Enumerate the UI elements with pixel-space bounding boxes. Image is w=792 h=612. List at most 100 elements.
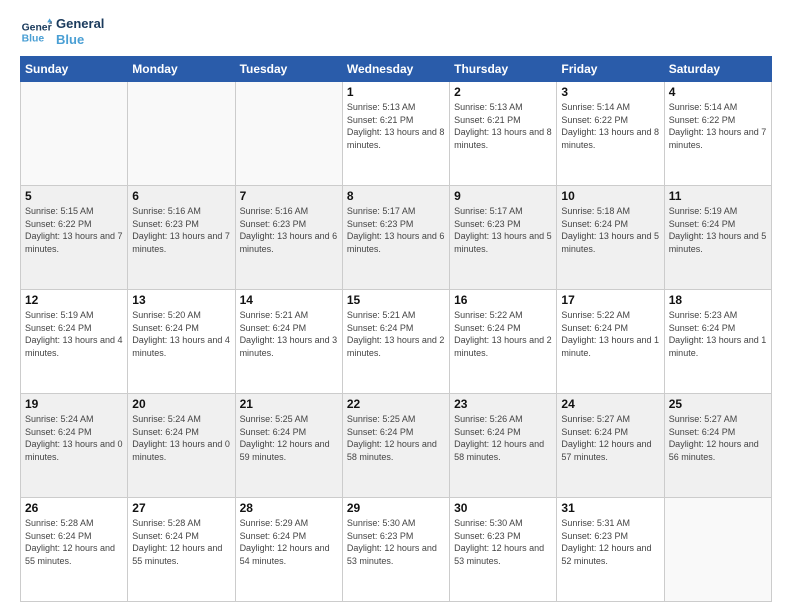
calendar-cell: 15 Sunrise: 5:21 AM Sunset: 6:24 PM Dayli… [342,290,449,394]
day-info: Sunrise: 5:31 AM Sunset: 6:23 PM Dayligh… [561,517,659,567]
day-info: Sunrise: 5:19 AM Sunset: 6:24 PM Dayligh… [669,205,767,255]
calendar-cell: 26Sunrise: 5:28 AM Sunset: 6:24 PM Dayli… [21,498,128,602]
day-info: Sunrise: 5:19 AM Sunset: 6:24 PM Dayligh… [25,309,123,359]
day-number: 19 [25,397,123,411]
weekday-header-sunday: Sunday [21,57,128,82]
logo-text: General Blue [56,16,104,47]
weekday-header-wednesday: Wednesday [342,57,449,82]
calendar-cell: 25 Sunrise: 5:27 AM Sunset: 6:24 PM Dayli… [664,394,771,498]
day-number: 24 [561,397,659,411]
calendar-cell: 23 Sunrise: 5:26 AM Sunset: 6:24 PM Dayli… [450,394,557,498]
calendar-cell: 22 Sunrise: 5:25 AM Sunset: 6:24 PM Dayli… [342,394,449,498]
calendar-cell [128,82,235,186]
calendar-cell: 5 Sunrise: 5:15 AM Sunset: 6:22 PM Daylig… [21,186,128,290]
weekday-header-friday: Friday [557,57,664,82]
calendar-cell [21,82,128,186]
day-info: Sunrise: 5:15 AM Sunset: 6:22 PM Dayligh… [25,205,123,255]
header: General Blue General Blue [20,16,772,48]
day-info: Sunrise: 5:21 AM Sunset: 6:24 PM Dayligh… [240,309,338,359]
calendar-cell: 31 Sunrise: 5:31 AM Sunset: 6:23 PM Dayli… [557,498,664,602]
calendar-cell: 10 Sunrise: 5:18 AM Sunset: 6:24 PM Dayli… [557,186,664,290]
day-number: 6 [132,189,230,203]
day-number: 23 [454,397,552,411]
day-info: Sunrise: 5:22 AM Sunset: 6:24 PM Dayligh… [454,309,552,359]
week-row-1: 1Sunrise: 5:13 AM Sunset: 6:21 PM Daylig… [21,82,772,186]
calendar-cell: 21 Sunrise: 5:25 AM Sunset: 6:24 PM Dayli… [235,394,342,498]
calendar-cell: 16 Sunrise: 5:22 AM Sunset: 6:24 PM Dayli… [450,290,557,394]
calendar-cell: 11 Sunrise: 5:19 AM Sunset: 6:24 PM Dayli… [664,186,771,290]
day-number: 28 [240,501,338,515]
day-info: Sunrise: 5:29 AM Sunset: 6:24 PM Dayligh… [240,517,338,567]
logo-icon: General Blue [20,16,52,48]
day-number: 11 [669,189,767,203]
calendar-cell: 18Sunrise: 5:23 AM Sunset: 6:24 PM Dayli… [664,290,771,394]
svg-text:General: General [22,22,52,33]
day-number: 31 [561,501,659,515]
day-number: 18 [669,293,767,307]
day-number: 4 [669,85,767,99]
day-number: 14 [240,293,338,307]
week-row-4: 19 Sunrise: 5:24 AM Sunset: 6:24 PM Dayli… [21,394,772,498]
day-info: Sunrise: 5:30 AM Sunset: 6:23 PM Dayligh… [347,517,445,567]
day-info: Sunrise: 5:14 AM Sunset: 6:22 PM Dayligh… [561,101,659,151]
weekday-header-tuesday: Tuesday [235,57,342,82]
day-info: Sunrise: 5:26 AM Sunset: 6:24 PM Dayligh… [454,413,552,463]
weekday-header-thursday: Thursday [450,57,557,82]
day-info: Sunrise: 5:24 AM Sunset: 6:24 PM Dayligh… [132,413,230,463]
weekday-header-saturday: Saturday [664,57,771,82]
weekday-header-row: SundayMondayTuesdayWednesdayThursdayFrid… [21,57,772,82]
svg-text:Blue: Blue [22,34,45,45]
calendar-table: SundayMondayTuesdayWednesdayThursdayFrid… [20,56,772,602]
day-number: 16 [454,293,552,307]
day-number: 29 [347,501,445,515]
calendar-cell: 30Sunrise: 5:30 AM Sunset: 6:23 PM Dayli… [450,498,557,602]
day-number: 22 [347,397,445,411]
day-info: Sunrise: 5:13 AM Sunset: 6:21 PM Dayligh… [454,101,552,151]
calendar-cell: 20 Sunrise: 5:24 AM Sunset: 6:24 PM Dayli… [128,394,235,498]
calendar-cell [664,498,771,602]
day-info: Sunrise: 5:14 AM Sunset: 6:22 PM Dayligh… [669,101,767,151]
day-info: Sunrise: 5:27 AM Sunset: 6:24 PM Dayligh… [561,413,659,463]
week-row-2: 5 Sunrise: 5:15 AM Sunset: 6:22 PM Daylig… [21,186,772,290]
day-info: Sunrise: 5:25 AM Sunset: 6:24 PM Dayligh… [347,413,445,463]
calendar-cell: 29 Sunrise: 5:30 AM Sunset: 6:23 PM Dayli… [342,498,449,602]
day-number: 17 [561,293,659,307]
day-info: Sunrise: 5:20 AM Sunset: 6:24 PM Dayligh… [132,309,230,359]
day-number: 8 [347,189,445,203]
weekday-header-monday: Monday [128,57,235,82]
day-number: 25 [669,397,767,411]
calendar-cell: 1Sunrise: 5:13 AM Sunset: 6:21 PM Daylig… [342,82,449,186]
calendar-cell: 27 Sunrise: 5:28 AM Sunset: 6:24 PM Dayli… [128,498,235,602]
day-info: Sunrise: 5:28 AM Sunset: 6:24 PM Dayligh… [132,517,230,567]
day-number: 10 [561,189,659,203]
day-info: Sunrise: 5:13 AM Sunset: 6:21 PM Dayligh… [347,101,445,151]
calendar-cell: 13Sunrise: 5:20 AM Sunset: 6:24 PM Dayli… [128,290,235,394]
day-number: 21 [240,397,338,411]
day-info: Sunrise: 5:21 AM Sunset: 6:24 PM Dayligh… [347,309,445,359]
day-info: Sunrise: 5:18 AM Sunset: 6:24 PM Dayligh… [561,205,659,255]
calendar-cell: 9Sunrise: 5:17 AM Sunset: 6:23 PM Daylig… [450,186,557,290]
day-info: Sunrise: 5:16 AM Sunset: 6:23 PM Dayligh… [240,205,338,255]
day-number: 5 [25,189,123,203]
logo: General Blue General Blue [20,16,104,48]
day-info: Sunrise: 5:17 AM Sunset: 6:23 PM Dayligh… [347,205,445,255]
week-row-5: 26 Sunrise: 5:28 AM Sunset: 6:24 PM Dayli… [21,498,772,602]
day-number: 30 [454,501,552,515]
day-info: Sunrise: 5:25 AM Sunset: 6:24 PM Dayligh… [240,413,338,463]
day-number: 3 [561,85,659,99]
calendar-cell: 2 Sunrise: 5:13 AM Sunset: 6:21 PM Daylig… [450,82,557,186]
day-number: 20 [132,397,230,411]
day-number: 15 [347,293,445,307]
calendar-cell: 4 Sunrise: 5:14 AM Sunset: 6:22 PM Daylig… [664,82,771,186]
calendar-cell: 19 Sunrise: 5:24 AM Sunset: 6:24 PM Dayli… [21,394,128,498]
calendar-cell: 24 Sunrise: 5:27 AM Sunset: 6:24 PM Dayli… [557,394,664,498]
day-number: 26 [25,501,123,515]
day-number: 27 [132,501,230,515]
day-info: Sunrise: 5:24 AM Sunset: 6:24 PM Dayligh… [25,413,123,463]
day-info: Sunrise: 5:16 AM Sunset: 6:23 PM Dayligh… [132,205,230,255]
day-number: 2 [454,85,552,99]
week-row-3: 12Sunrise: 5:19 AM Sunset: 6:24 PM Dayli… [21,290,772,394]
day-info: Sunrise: 5:27 AM Sunset: 6:24 PM Dayligh… [669,413,767,463]
day-number: 9 [454,189,552,203]
calendar-cell: 3 Sunrise: 5:14 AM Sunset: 6:22 PM Daylig… [557,82,664,186]
